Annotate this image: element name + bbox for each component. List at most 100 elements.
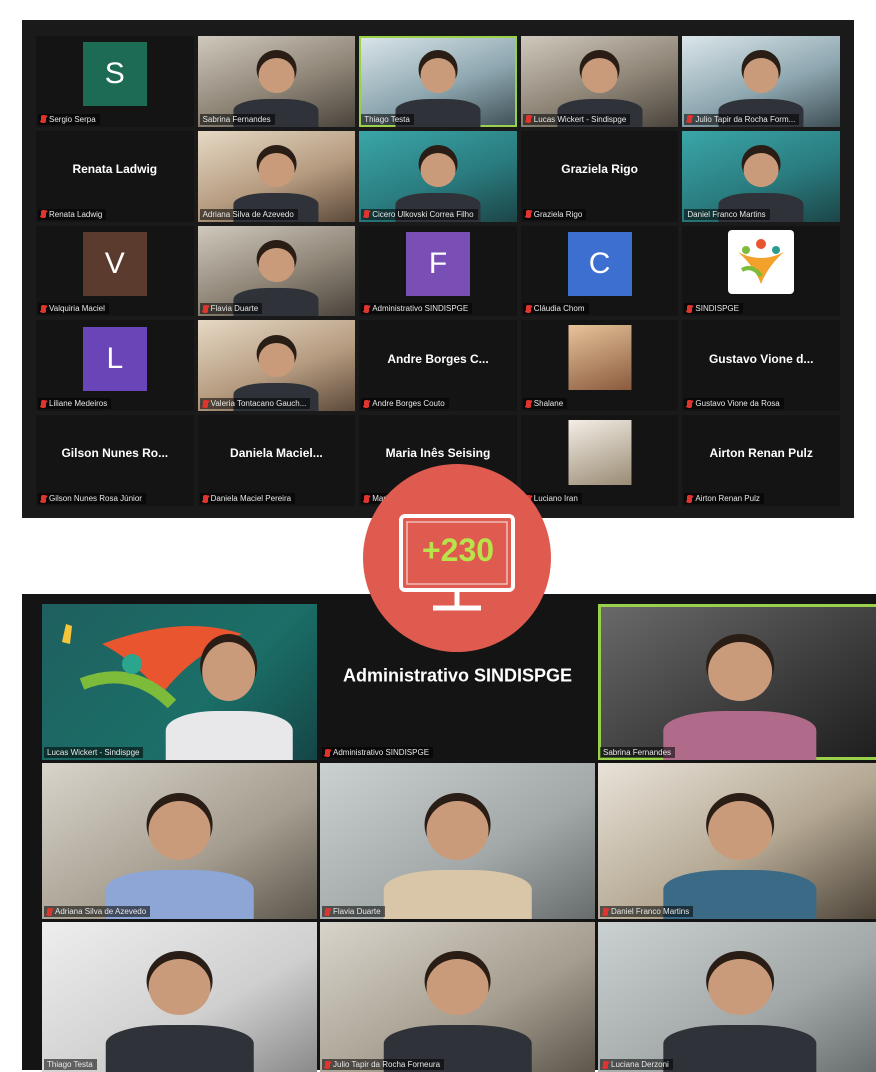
participant-display-name: Administrativo SINDISPGE bbox=[342, 665, 573, 686]
participant-video bbox=[663, 791, 817, 919]
participant-video bbox=[383, 791, 532, 919]
mic-off-icon bbox=[202, 494, 208, 503]
mic-off-icon bbox=[687, 494, 693, 503]
mic-off-icon bbox=[687, 115, 693, 124]
profile-picture bbox=[568, 324, 632, 391]
participant-name: Sabrina Fernandes bbox=[199, 113, 275, 125]
participant-display-name: Renata Ladwig bbox=[72, 161, 158, 176]
mic-off-icon bbox=[325, 1060, 330, 1069]
participant-tile[interactable]: F Administrativo SINDISPGE bbox=[359, 225, 517, 317]
participant-display-name: Maria Inês Seising bbox=[385, 446, 491, 461]
participant-tile[interactable]: Cicero Ulkovski Correa Filho bbox=[359, 130, 517, 222]
participant-name: SINDISPGE bbox=[684, 303, 743, 315]
participant-tile[interactable]: Daniel Franco Martins bbox=[598, 763, 876, 919]
participant-name: Gustavo Vione da Rosa bbox=[684, 398, 784, 410]
participant-video bbox=[383, 949, 532, 1072]
mic-off-icon bbox=[202, 304, 208, 313]
mic-off-icon bbox=[41, 304, 46, 313]
participant-name: Administrativo SINDISPGE bbox=[322, 747, 434, 758]
participant-name: Renata Ladwig bbox=[38, 208, 107, 220]
participant-name: Cicero Ulkovski Correa Filho bbox=[361, 208, 478, 220]
participant-tile[interactable]: Flavia Duarte bbox=[197, 225, 356, 317]
participant-name: Adriana Silva de Azevedo bbox=[199, 208, 298, 220]
mic-off-icon bbox=[525, 210, 531, 219]
mic-off-icon bbox=[202, 399, 208, 408]
participant-tile[interactable]: Airton Renan Pulz Airton Renan Pulz bbox=[682, 415, 840, 506]
participant-name: Daniela Maciel Pereira bbox=[199, 493, 296, 504]
participant-tile[interactable]: C Cláudia Chom bbox=[520, 225, 679, 317]
participant-video bbox=[105, 791, 254, 919]
mic-off-icon bbox=[41, 210, 46, 219]
mic-off-icon bbox=[525, 115, 531, 124]
participant-name: Administrativo SINDISPGE bbox=[361, 303, 473, 315]
participant-tile[interactable]: Lucas Wickert - Sindispge bbox=[42, 604, 317, 760]
participant-tile[interactable]: Daniela Maciel... Daniela Maciel Pereira bbox=[197, 415, 356, 506]
participant-name: Luciana Derzoni bbox=[600, 1059, 673, 1070]
participant-name: Sergio Serpa bbox=[38, 113, 100, 125]
mic-off-icon bbox=[325, 907, 330, 916]
participant-tile-active-speaker[interactable]: Sabrina Fernandes bbox=[598, 604, 876, 760]
participant-video bbox=[663, 949, 817, 1072]
participant-name: Thiago Testa bbox=[361, 113, 414, 125]
participant-name: Andre Borges Couto bbox=[361, 398, 449, 410]
participant-tile[interactable]: Julio Tapir da Rocha Form... bbox=[682, 36, 840, 127]
participant-tile[interactable]: Thiago Testa bbox=[42, 922, 317, 1072]
participant-tile[interactable]: Adriana Silva de Azevedo bbox=[197, 130, 356, 222]
participant-display-name: Andre Borges C... bbox=[387, 351, 489, 366]
participant-tile[interactable]: Julio Tapir da Rocha Forneura bbox=[320, 922, 595, 1072]
participant-tile[interactable]: Luciana Derzoni bbox=[598, 922, 876, 1072]
participant-video bbox=[165, 632, 293, 760]
participant-count-badge: +230 bbox=[363, 464, 551, 652]
participant-tile[interactable]: Renata Ladwig Renata Ladwig bbox=[36, 130, 194, 222]
top-gallery-view: S Sergio Serpa Sabrina Fernandes Thiago … bbox=[22, 20, 854, 518]
participant-name: Shalane bbox=[522, 398, 568, 410]
mic-off-icon bbox=[603, 907, 608, 916]
mic-off-icon bbox=[364, 399, 370, 408]
participant-tile[interactable]: L Liliane Medeiros bbox=[36, 320, 194, 412]
participant-tile-active-speaker[interactable]: Thiago Testa bbox=[359, 36, 517, 127]
participant-tile[interactable]: Sabrina Fernandes bbox=[197, 36, 356, 127]
participant-video bbox=[105, 949, 254, 1072]
mic-off-icon bbox=[525, 304, 531, 313]
participant-tile[interactable]: Andre Borges C... Andre Borges Couto bbox=[359, 320, 517, 412]
participant-name: Cláudia Chom bbox=[522, 303, 589, 315]
avatar: S bbox=[82, 42, 147, 107]
mic-off-icon bbox=[603, 1060, 608, 1069]
participant-tile[interactable]: Valeria Tontacano Gauch... bbox=[197, 320, 356, 412]
participant-name: Lucas Wickert - Sindispge bbox=[44, 747, 144, 758]
sindispge-logo bbox=[728, 229, 795, 294]
participant-name: Thiago Testa bbox=[44, 1059, 97, 1070]
participant-name: Lucas Wickert - Sindispge bbox=[522, 113, 631, 125]
participant-count: +230 bbox=[421, 532, 495, 568]
participant-tile[interactable]: Gilson Nunes Ro... Gilson Nunes Rosa Jún… bbox=[36, 415, 194, 506]
participant-tile[interactable]: Daniel Franco Martins bbox=[682, 130, 840, 222]
mic-off-icon bbox=[41, 115, 46, 124]
participant-name: Adriana Silva de Azevedo bbox=[44, 906, 151, 917]
participant-name: Graziela Rigo bbox=[522, 208, 587, 220]
participant-tile[interactable]: V Valquiria Maciel bbox=[36, 225, 194, 317]
participant-tile[interactable]: Gustavo Vione d... Gustavo Vione da Rosa bbox=[682, 320, 840, 412]
participant-display-name: Graziela Rigo bbox=[561, 161, 638, 176]
participant-name: Valquiria Maciel bbox=[38, 303, 109, 315]
participant-name: Liliane Medeiros bbox=[38, 398, 112, 410]
mic-off-icon bbox=[41, 399, 46, 408]
participant-display-name: Daniela Maciel... bbox=[230, 446, 323, 461]
mic-off-icon bbox=[687, 304, 693, 313]
participant-tile[interactable]: Adriana Silva de Azevedo bbox=[42, 763, 317, 919]
participant-name: Sabrina Fernandes bbox=[600, 747, 676, 758]
participant-name: Flavia Duarte bbox=[199, 303, 263, 315]
speaker-gallery-view: Lucas Wickert - Sindispge Administrativo… bbox=[22, 594, 876, 1072]
mic-off-icon bbox=[47, 907, 52, 916]
participant-tile[interactable]: Lucas Wickert - Sindispge bbox=[520, 36, 679, 127]
mic-off-icon bbox=[364, 210, 370, 219]
participant-tile[interactable]: Graziela Rigo Graziela Rigo bbox=[520, 130, 679, 222]
mic-off-icon bbox=[525, 399, 531, 408]
participant-name: Daniel Franco Martins bbox=[684, 208, 770, 220]
avatar: L bbox=[82, 326, 147, 391]
avatar: C bbox=[567, 231, 632, 296]
participant-tile[interactable]: SINDISPGE bbox=[682, 225, 840, 317]
participant-name: Daniel Franco Martins bbox=[600, 906, 694, 917]
participant-tile[interactable]: Flavia Duarte bbox=[320, 763, 595, 919]
participant-tile[interactable]: Shalane bbox=[520, 320, 679, 412]
participant-tile[interactable]: S Sergio Serpa bbox=[36, 36, 194, 127]
